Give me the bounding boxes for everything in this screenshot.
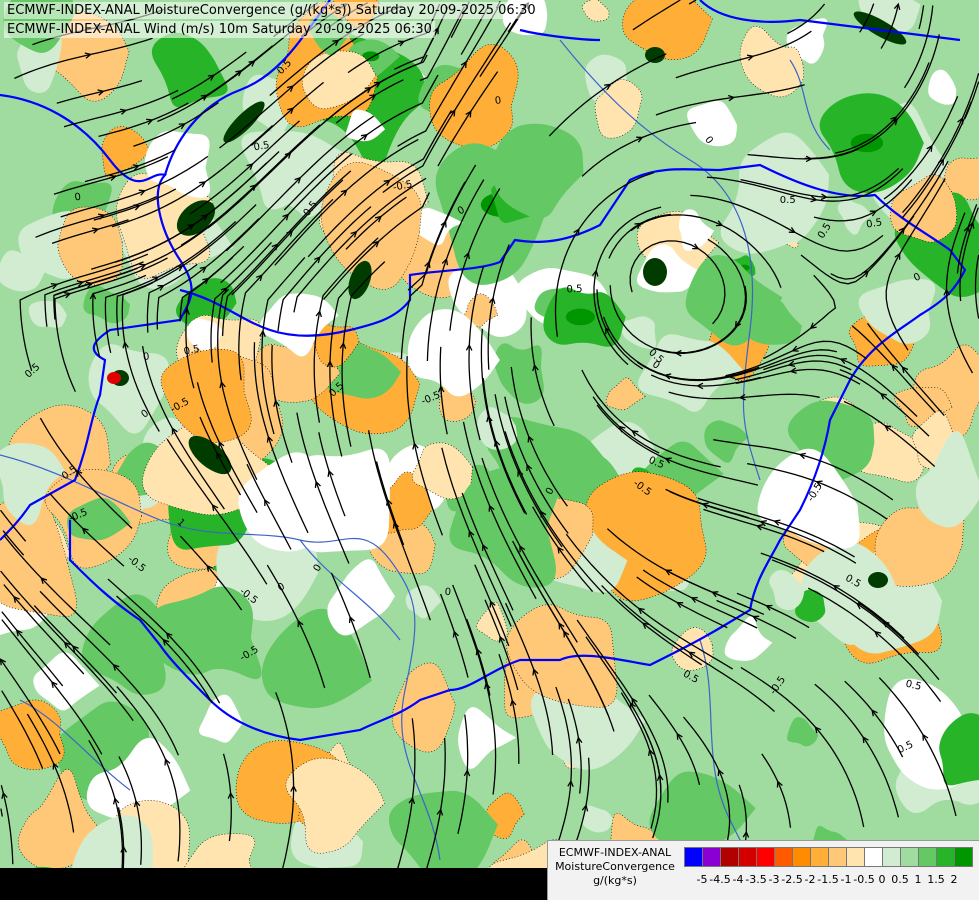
- contour-label: 0: [143, 352, 150, 363]
- strong-convergence-core: [565, 308, 595, 326]
- legend-swatch-8: [828, 847, 847, 867]
- legend-tick-label: 2: [950, 873, 958, 886]
- legend-swatch-15: [954, 847, 973, 867]
- legend-swatch-0: [684, 847, 703, 867]
- legend-label: ECMWF-INDEX-ANAL MoistureConvergence g/(…: [550, 846, 680, 888]
- legend-tick-label: 1: [914, 873, 922, 886]
- legend-tick-label: -2.5: [781, 873, 803, 886]
- legend-ticks: -5 -4.5 -4 -3.5 -3 -2.5 -2 -1.5 -1 -0.5 0 0.5 1 1.5 2: [684, 873, 979, 889]
- legend-tick-label: 1.5: [927, 873, 945, 886]
- legend-tick-label: -5: [696, 873, 708, 886]
- legend-swatch-3: [738, 847, 757, 867]
- legend-swatch-4: [756, 847, 775, 867]
- bottom-black-strip: [0, 868, 547, 900]
- legend-tick-label: -1.5: [817, 873, 839, 886]
- legend-swatch-11: [882, 847, 901, 867]
- convergence-max: [643, 258, 667, 286]
- moisture-convergence-map: 00.5-0.50.50-0.50.500.5-0.500.50.5-0.500…: [0, 0, 979, 900]
- legend-tick-label: -3.5: [745, 873, 767, 886]
- legend-tick-label: -4: [732, 873, 744, 886]
- color-legend: ECMWF-INDEX-ANAL MoistureConvergence g/(…: [547, 840, 979, 900]
- divergence-max: [107, 372, 121, 384]
- legend-label-model: ECMWF-INDEX-ANAL: [558, 846, 672, 859]
- contour-label: 0.5: [566, 284, 582, 296]
- legend-swatches: [684, 847, 973, 867]
- legend-tick-label: -2: [804, 873, 816, 886]
- contour-label: 0: [494, 95, 502, 107]
- legend-swatch-14: [936, 847, 955, 867]
- legend-label-parameter: MoistureConvergence: [555, 860, 675, 873]
- legend-tick-label: -4.5: [709, 873, 731, 886]
- map-title-moisture: ECMWF-INDEX-ANAL MoistureConvergence (g/…: [4, 2, 539, 19]
- legend-swatch-13: [918, 847, 937, 867]
- convergence-max: [868, 572, 888, 588]
- legend-tick-label: -0.5: [853, 873, 875, 886]
- legend-swatch-2: [720, 847, 739, 867]
- legend-tick-label: -1: [840, 873, 852, 886]
- legend-swatch-12: [900, 847, 919, 867]
- map-title-wind: ECMWF-INDEX-ANAL Wind (m/s) 10m Saturday…: [4, 21, 435, 38]
- legend-tick-label: 0: [878, 873, 886, 886]
- contour-label: 0.5: [780, 195, 796, 206]
- legend-swatch-1: [702, 847, 721, 867]
- convergence-fill-layer: [0, 0, 979, 900]
- legend-tick-label: 0.5: [891, 873, 909, 886]
- legend-tick-label: -3: [768, 873, 780, 886]
- legend-swatch-7: [810, 847, 829, 867]
- legend-label-unit: g/(kg*s): [593, 874, 637, 887]
- legend-swatch-9: [846, 847, 865, 867]
- contour-label: 0: [444, 587, 451, 598]
- legend-swatch-6: [792, 847, 811, 867]
- map-viewer: 0 0.5 -0.5 0.5 0 -0.5 0.5 0 0.5 -0.5 0 0.5 0.5 -0.5 0 0…: [0, 0, 979, 900]
- legend-swatch-10: [864, 847, 883, 867]
- legend-swatch-5: [774, 847, 793, 867]
- convergence-max: [645, 47, 665, 63]
